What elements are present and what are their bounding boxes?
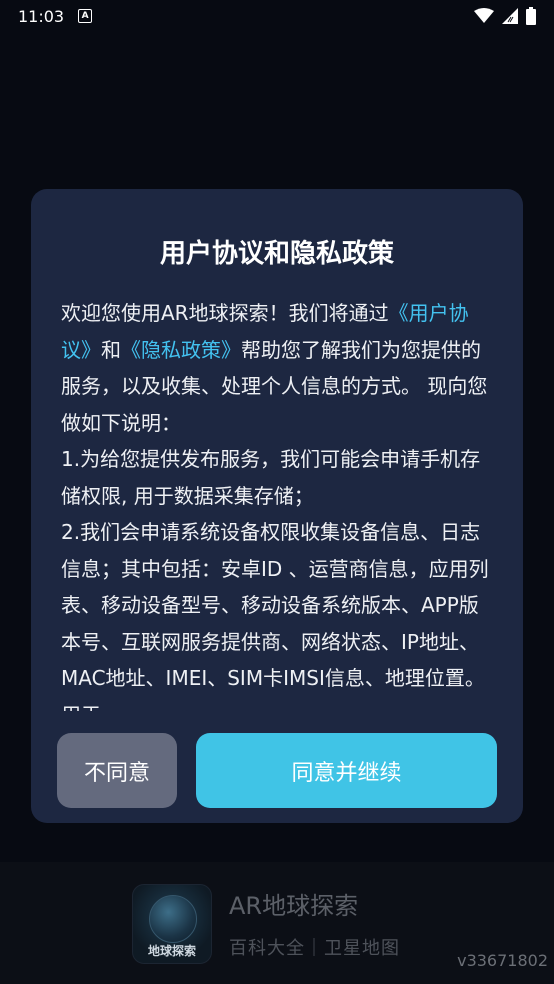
status-right (474, 7, 536, 25)
signal-icon (502, 8, 518, 24)
body-and: 和 (101, 337, 121, 362)
wifi-icon (474, 8, 494, 23)
decline-button[interactable]: 不同意 (57, 733, 177, 808)
dialog-body[interactable]: 欢迎您使用AR地球探索！我们将通过《用户协议》和《隐私政策》帮助您了解我们为您提… (61, 295, 495, 711)
app-logo: 地球探索 (132, 884, 212, 964)
logo-label: 地球探索 (147, 944, 196, 958)
app-tagline: 百科大全｜卫星地图 (229, 938, 400, 959)
status-bar: 11:03 A (0, 0, 554, 32)
body-item-2: 2.我们会申请系统设备权限收集设备信息、日志信息；其中包括：安卓ID 、运营商信… (61, 520, 489, 711)
status-left: 11:03 A (18, 6, 93, 26)
body-item-1: 1.为给您提供发布服务，我们可能会申请手机存储权限, 用于数据采集存储； (61, 447, 481, 508)
status-time: 11:03 (18, 6, 65, 26)
body-intro: 欢迎您使用AR地球探索！我们将通过 (61, 301, 389, 325)
version-label: v33671802 (457, 951, 548, 970)
privacy-policy-link[interactable]: 《隐私政策》 (121, 338, 241, 362)
agree-continue-button[interactable]: 同意并继续 (196, 733, 497, 808)
globe-icon (149, 895, 197, 943)
privacy-dialog: 用户协议和隐私政策 欢迎您使用AR地球探索！我们将通过《用户协议》和《隐私政策》… (31, 189, 523, 823)
app-name: AR地球探索 (229, 892, 359, 920)
battery-icon (526, 7, 536, 25)
dialog-title: 用户协议和隐私政策 (159, 239, 394, 269)
a-notification-icon: A (78, 9, 93, 23)
